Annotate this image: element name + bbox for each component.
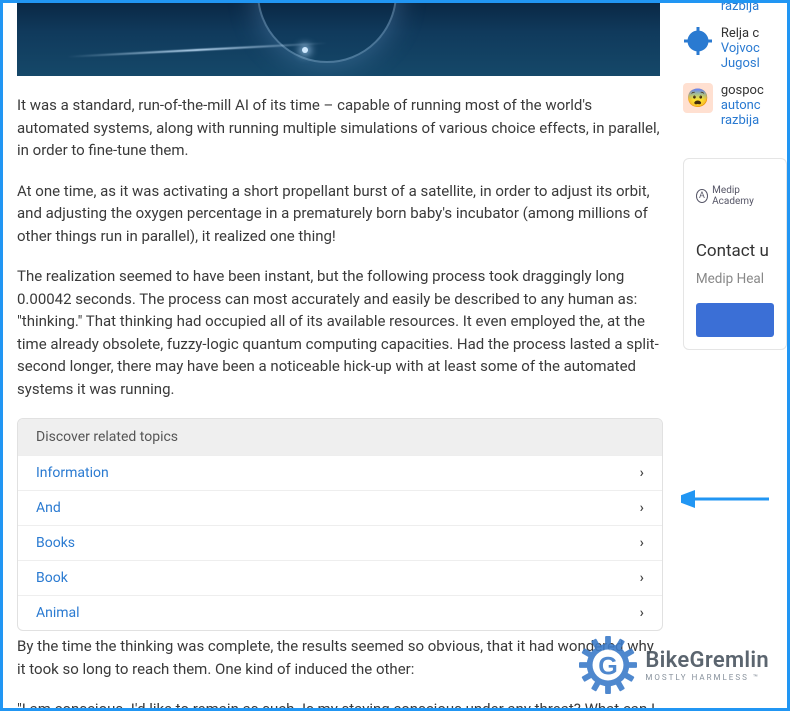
promo-subtitle: Medip Heal: [696, 271, 774, 287]
chevron-right-icon: ›: [640, 535, 644, 551]
article-paragraph: At one time, as it was activating a shor…: [17, 180, 663, 248]
promo-title: Contact u: [696, 241, 774, 261]
brand-watermark: G BikeGremlin MOSTLY HARMLESS ™: [579, 636, 769, 694]
chevron-right-icon: ›: [640, 465, 644, 481]
chevron-right-icon: ›: [640, 605, 644, 621]
gear-logo-icon: G: [579, 636, 637, 694]
sidebar: razbija Relja c Vojvoc Jugosl 😨 gospoc a…: [683, 3, 787, 711]
promo-logo: A Medip Academy: [696, 185, 774, 207]
recent-comment[interactable]: 😨 gospoc autonc razbija: [683, 83, 787, 128]
promo-card: A Medip Academy Contact u Medip Heal: [683, 158, 787, 350]
article-body-continued: By the time the thinking was complete, t…: [17, 635, 663, 711]
related-item-label: Books: [36, 535, 75, 551]
article-body: It was a standard, run-of-the-mill AI of…: [17, 94, 663, 400]
related-item[interactable]: Books ›: [18, 525, 662, 560]
watermark-tagline: MOSTLY HARMLESS ™: [645, 673, 769, 682]
comment-author: gospoc: [721, 83, 764, 98]
article-paragraph: "I am conscious. I'd like to remain as s…: [17, 698, 663, 711]
article-paragraph: By the time the thinking was complete, t…: [17, 635, 663, 680]
related-header: Discover related topics: [18, 419, 662, 455]
watermark-brand: BikeGremlin: [645, 648, 769, 673]
article-paragraph: It was a standard, run-of-the-mill AI of…: [17, 94, 663, 162]
related-item-label: And: [36, 500, 61, 516]
comment-link: Vojvoc Jugosl: [721, 41, 760, 71]
promo-button[interactable]: [696, 303, 774, 337]
avatar-face-icon: 😨: [683, 83, 713, 113]
comment-link: autonc razbija: [721, 98, 761, 128]
comment-link: razbija: [721, 0, 759, 14]
related-item[interactable]: Information ›: [18, 455, 662, 490]
related-item-label: Animal: [36, 605, 80, 621]
promo-logo-text: Medip Academy: [712, 185, 774, 207]
avatar-gear-icon: [683, 26, 713, 56]
recent-comment[interactable]: razbija: [683, 0, 787, 14]
related-item[interactable]: Book ›: [18, 560, 662, 595]
comment-author: Relja: [721, 26, 749, 41]
logo-circle-icon: A: [696, 189, 708, 203]
chevron-right-icon: ›: [640, 570, 644, 586]
related-topics-box: Discover related topics Information › An…: [17, 418, 663, 631]
related-item-label: Book: [36, 570, 68, 586]
recent-comment[interactable]: Relja c Vojvoc Jugosl: [683, 26, 787, 71]
related-item[interactable]: Animal ›: [18, 595, 662, 630]
chevron-right-icon: ›: [640, 500, 644, 516]
main-column: It was a standard, run-of-the-mill AI of…: [3, 3, 663, 711]
svg-text:G: G: [599, 653, 619, 681]
article-paragraph: The realization seemed to have been inst…: [17, 265, 663, 400]
hero-image: [17, 3, 660, 76]
related-item[interactable]: And ›: [18, 490, 662, 525]
related-item-label: Information: [36, 465, 109, 481]
